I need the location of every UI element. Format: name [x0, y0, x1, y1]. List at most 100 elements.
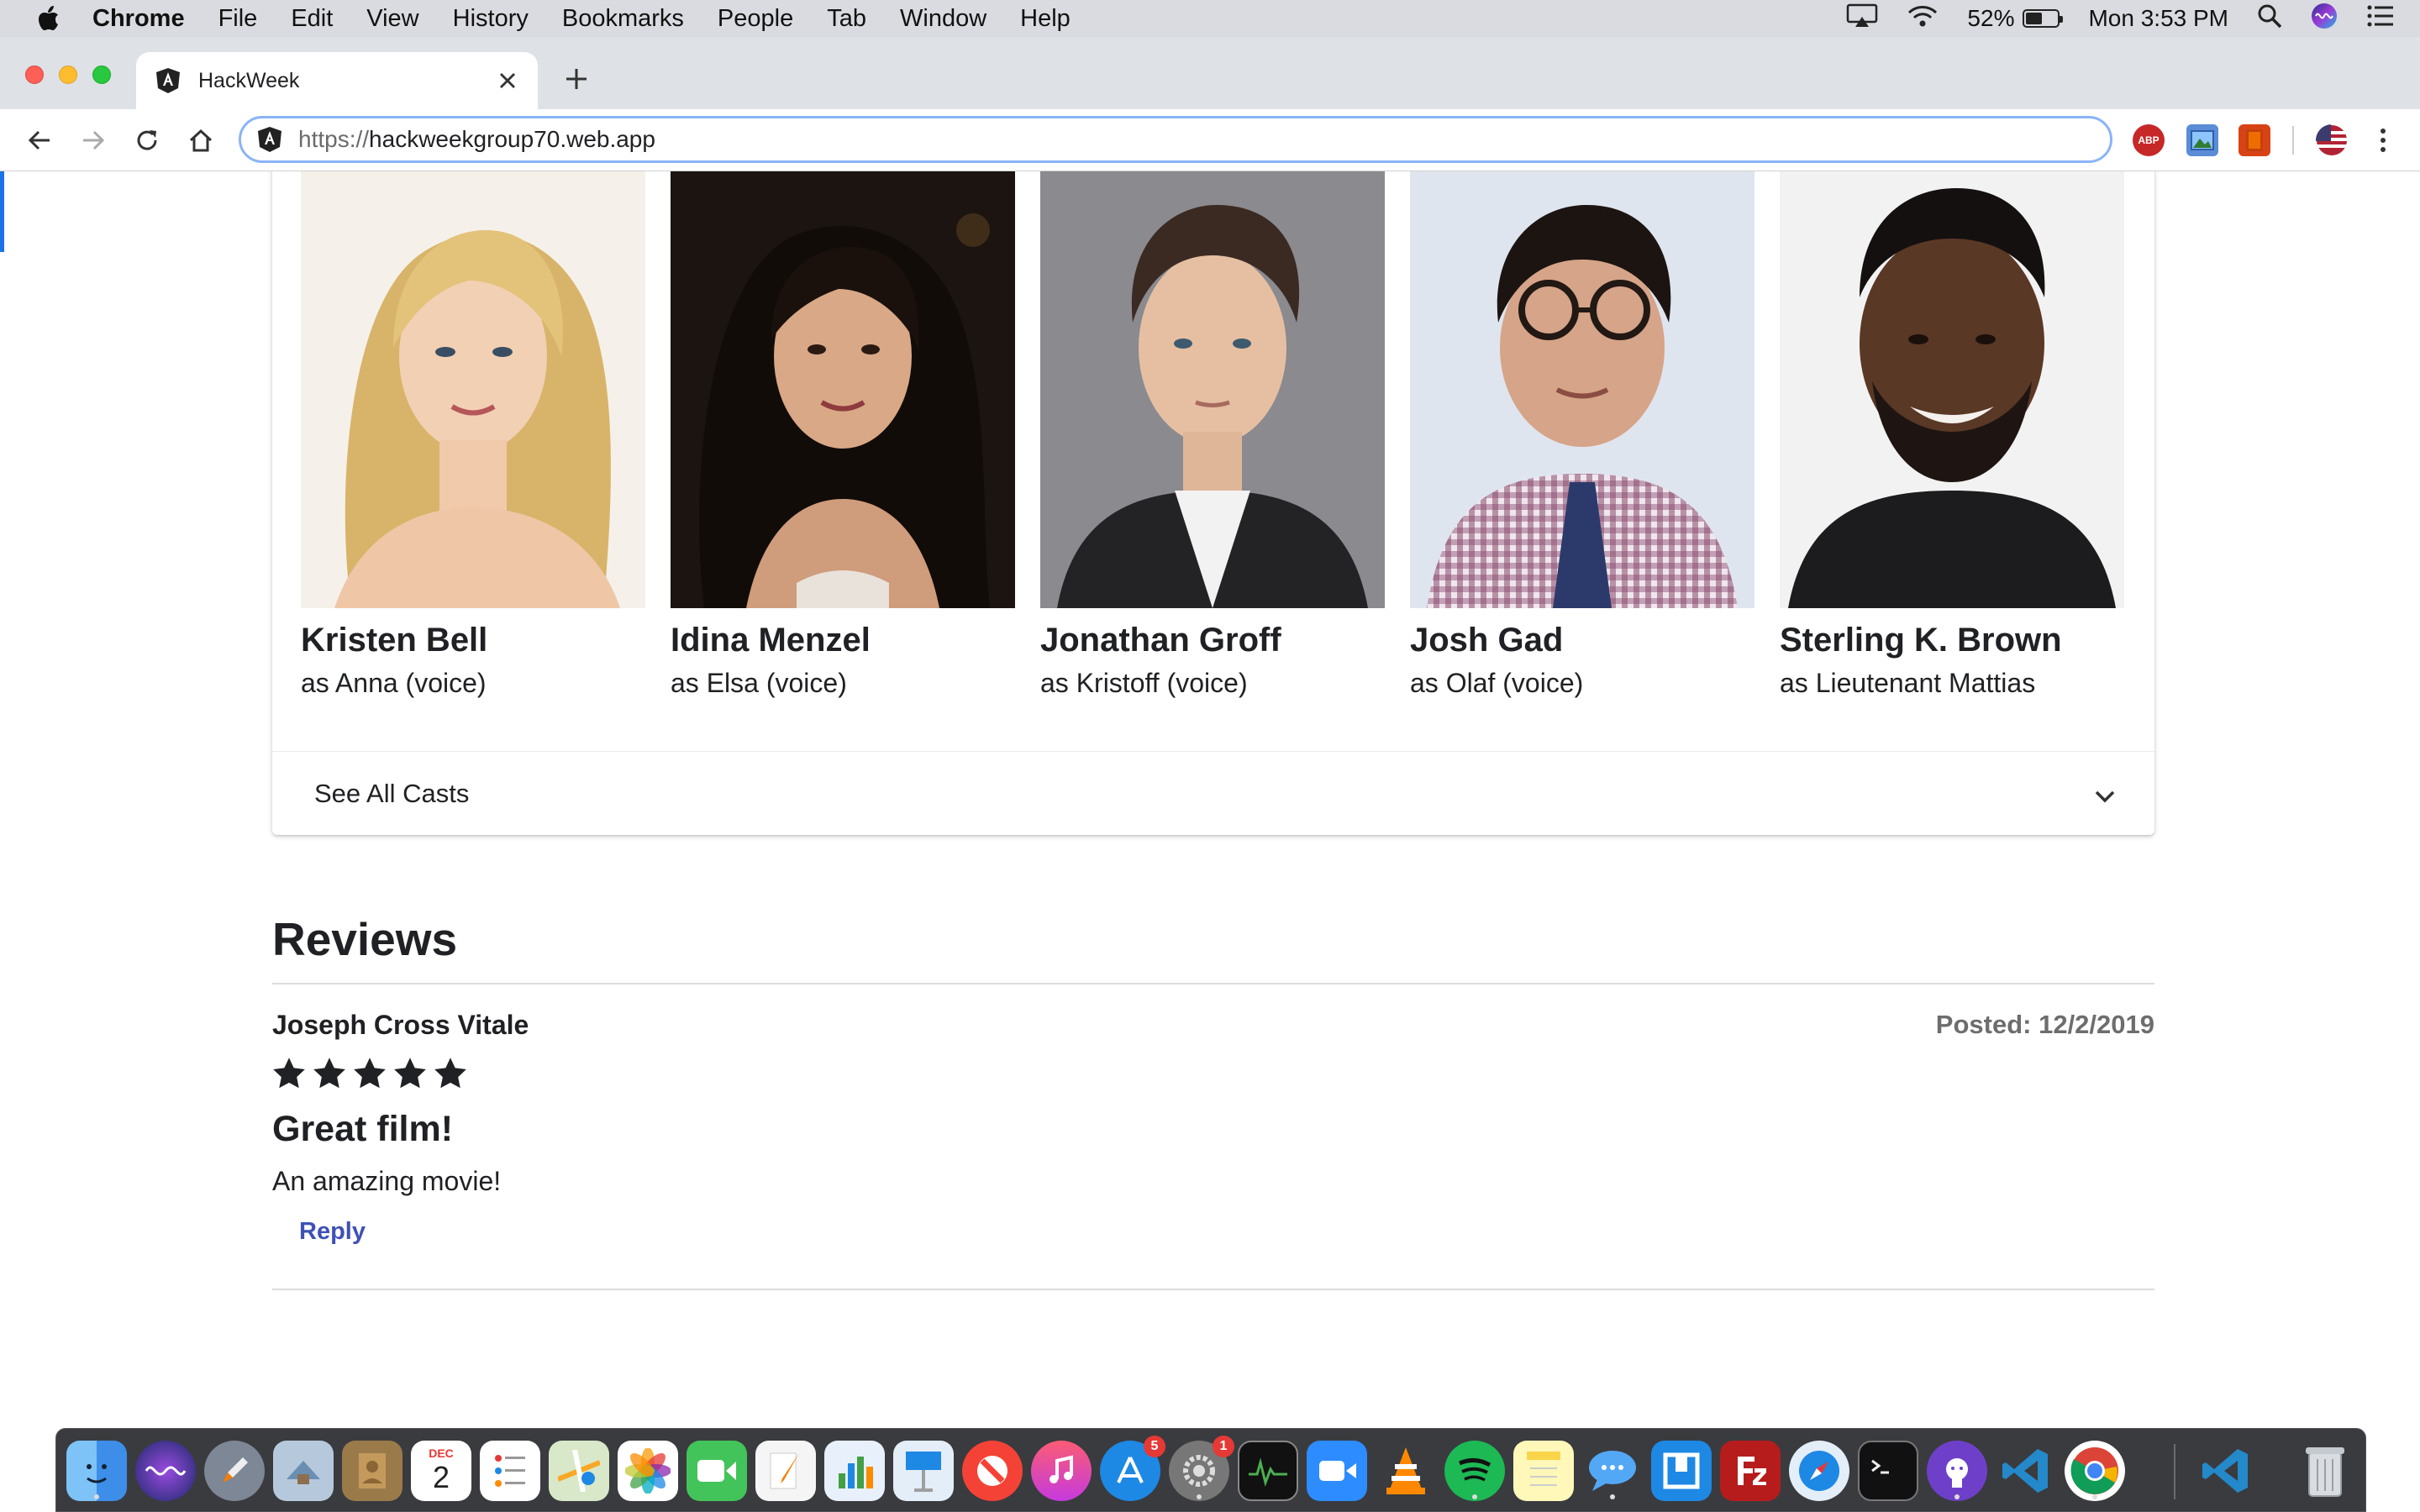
finder-icon[interactable] — [66, 1441, 127, 1501]
profile-avatar-icon[interactable] — [2316, 124, 2348, 156]
menu-people[interactable]: People — [718, 5, 793, 33]
itunes-icon[interactable] — [1031, 1441, 1092, 1501]
menu-tab[interactable]: Tab — [827, 5, 866, 33]
wifi-icon[interactable] — [1907, 3, 1939, 34]
cast-name: Sterling K. Brown — [1780, 622, 2062, 659]
terminal-icon[interactable] — [1858, 1441, 1918, 1501]
new-tab-button[interactable] — [556, 59, 597, 99]
cast-role: as Anna (voice) — [301, 668, 487, 698]
safari-icon[interactable] — [1789, 1441, 1849, 1501]
forward-button[interactable] — [71, 118, 116, 163]
menu-app-chrome[interactable]: Chrome — [92, 5, 185, 33]
menu-help[interactable]: Help — [1020, 5, 1071, 33]
extension-bookmark-icon[interactable] — [2238, 124, 2270, 156]
browser-tab-hackweek[interactable]: HackWeek — [136, 52, 538, 109]
calendar-day: 2 — [432, 1460, 450, 1494]
trash-icon[interactable] — [2295, 1441, 2355, 1501]
messages-icon[interactable] — [1582, 1441, 1643, 1501]
vscode-download-icon[interactable] — [2196, 1441, 2256, 1501]
menu-bar-clock[interactable]: Mon 3:53 PM — [2088, 5, 2228, 32]
dock-separator — [2174, 1444, 2175, 1499]
vscode-icon[interactable] — [1996, 1441, 2056, 1501]
menu-history[interactable]: History — [453, 5, 529, 33]
reviews-heading: Reviews — [272, 913, 458, 965]
mail-app-icon[interactable] — [273, 1441, 334, 1501]
pages-icon[interactable] — [755, 1441, 816, 1501]
menu-edit[interactable]: Edit — [291, 5, 333, 33]
launchpad-icon[interactable] — [204, 1441, 265, 1501]
cast-photo[interactable] — [1040, 171, 1385, 608]
airplay-icon[interactable] — [1846, 3, 1878, 34]
cast-member-idina-menzel[interactable]: Idina Menzel as Elsa (voice) — [671, 171, 1015, 699]
reload-icon — [137, 130, 157, 150]
screen-tool-icon[interactable] — [1651, 1441, 1712, 1501]
cast-role: as Olaf (voice) — [1410, 668, 1584, 698]
cast-member-josh-gad[interactable]: Josh Gad as Olaf (voice) — [1410, 171, 1754, 699]
cast-photo[interactable] — [671, 171, 1015, 608]
running-indicator — [1610, 1494, 1615, 1499]
reminders-icon[interactable] — [480, 1441, 540, 1501]
chevron-down-icon[interactable] — [2092, 784, 2118, 809]
calendar-icon[interactable]: DEC 2 — [411, 1441, 471, 1501]
extension-image-icon[interactable] — [2186, 124, 2218, 156]
home-button[interactable] — [178, 118, 224, 163]
cast-member-jonathan-groff[interactable]: Jonathan Groff as Kristoff (voice) — [1040, 171, 1385, 699]
back-button[interactable] — [17, 118, 62, 163]
keynote-icon[interactable] — [893, 1441, 954, 1501]
cast-name: Kristen Bell — [301, 622, 488, 659]
apple-menu-icon[interactable] — [30, 0, 67, 37]
cast-photo[interactable] — [1780, 171, 2124, 608]
system-preferences-icon[interactable]: 1 — [1169, 1436, 1234, 1501]
angular-site-icon — [256, 126, 283, 153]
menu-view[interactable]: View — [366, 5, 418, 33]
notes-icon[interactable] — [1513, 1441, 1574, 1501]
address-bar[interactable]: https://hackweekgroup70.web.app — [239, 116, 2112, 163]
chrome-menu-button[interactable] — [2366, 118, 2400, 163]
tab-close-icon[interactable] — [491, 64, 524, 97]
activity-monitor-icon[interactable] — [1238, 1441, 1298, 1501]
app-store-icon[interactable]: 5 — [1100, 1436, 1165, 1501]
running-indicator — [94, 1494, 99, 1499]
cast-member-kristen-bell[interactable]: Kristen Bell as Anna (voice) — [301, 171, 645, 699]
menu-bar-status-area: 52% Mon 3:53 PM — [1846, 0, 2395, 37]
github-desktop-icon[interactable] — [1927, 1441, 1987, 1501]
cast-member-sterling-k-brown[interactable]: Sterling K. Brown as Lieutenant Mattias — [1780, 171, 2124, 699]
tab-title: HackWeek — [198, 68, 300, 92]
cast-photo[interactable] — [1410, 171, 1754, 608]
review-author: Joseph Cross Vitale — [272, 1010, 529, 1040]
spotlight-search-icon[interactable] — [2257, 3, 2282, 34]
google-chrome-icon[interactable] — [2065, 1441, 2125, 1501]
cast-role: as Kristoff (voice) — [1040, 668, 1248, 698]
review-reply-button[interactable]: Reply — [299, 1218, 366, 1246]
review-posted-date: Posted: 12/2/2019 — [1935, 1010, 2154, 1039]
window-zoom-button[interactable] — [92, 66, 111, 84]
toolbar-separator — [2292, 126, 2294, 155]
maps-icon[interactable] — [549, 1441, 609, 1501]
cast-photo[interactable] — [301, 171, 645, 608]
window-minimize-button[interactable] — [59, 66, 77, 84]
news-icon[interactable] — [962, 1441, 1023, 1501]
menu-window[interactable]: Window — [900, 5, 986, 33]
photos-icon[interactable] — [618, 1441, 678, 1501]
contacts-icon[interactable] — [342, 1441, 402, 1501]
facetime-icon[interactable] — [687, 1441, 747, 1501]
numbers-icon[interactable] — [824, 1441, 885, 1501]
menu-bookmarks[interactable]: Bookmarks — [562, 5, 684, 33]
siri-icon[interactable] — [2311, 3, 2338, 35]
zoom-icon[interactable] — [1307, 1441, 1367, 1501]
vlc-icon[interactable] — [1376, 1441, 1436, 1501]
home-icon — [189, 129, 213, 152]
cast-card: Kristen Bell as Anna (voice) Idina Menze… — [272, 171, 2154, 835]
siri-app-icon[interactable] — [135, 1441, 196, 1501]
star-icon — [354, 1058, 386, 1089]
see-all-casts-expander[interactable]: See All Casts — [272, 751, 2154, 835]
battery-icon — [2023, 9, 2064, 28]
window-close-button[interactable] — [25, 66, 44, 84]
menu-file[interactable]: File — [218, 5, 258, 33]
spotify-icon[interactable] — [1444, 1441, 1505, 1501]
reload-button[interactable] — [124, 118, 170, 163]
notification-center-icon[interactable] — [2366, 4, 2395, 34]
adblock-plus-icon[interactable]: ABP — [2133, 124, 2165, 156]
battery-status[interactable]: 52% — [1967, 5, 2064, 32]
filezilla-icon[interactable] — [1720, 1441, 1781, 1501]
